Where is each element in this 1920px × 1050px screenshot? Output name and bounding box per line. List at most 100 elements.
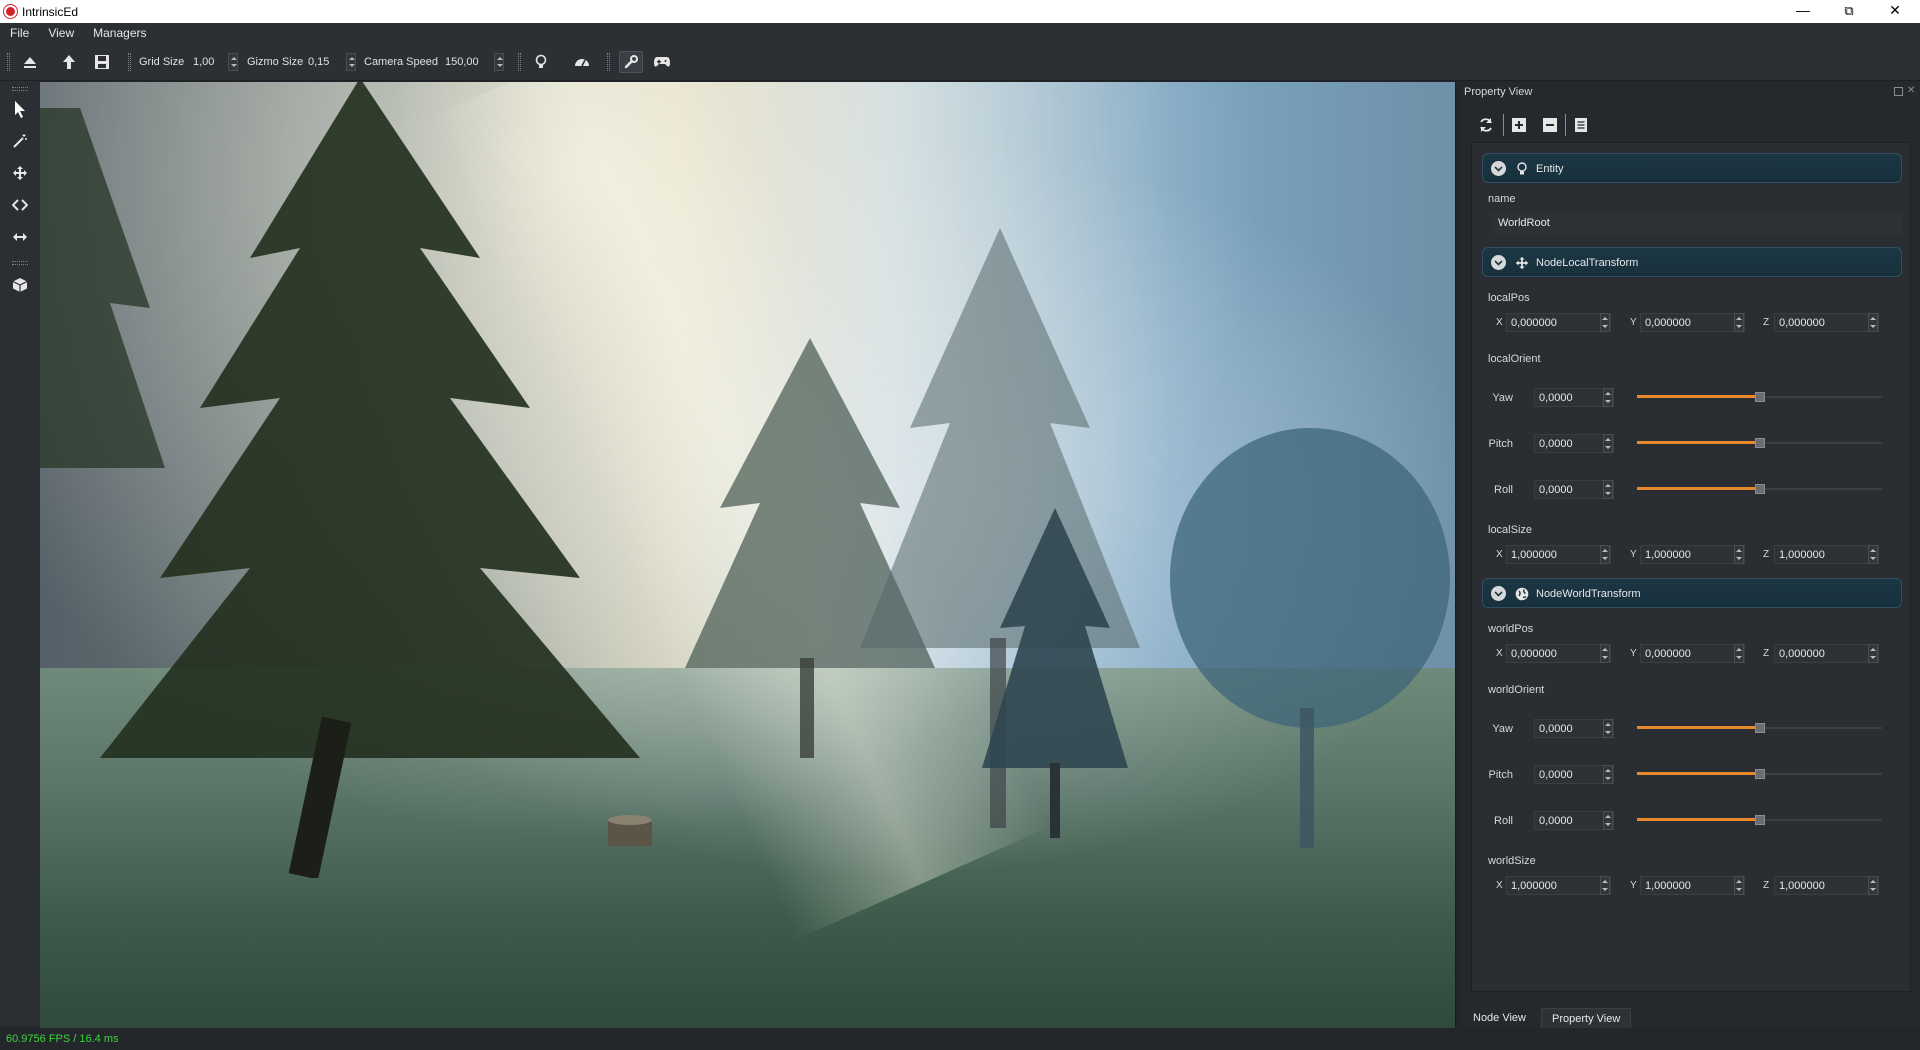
local-transform-section-title: NodeLocalTransform (1536, 257, 1639, 269)
spinner-arrows-icon[interactable] (1603, 719, 1613, 738)
cube-icon[interactable] (8, 273, 32, 297)
rotate-code-icon[interactable] (8, 193, 32, 217)
local-transform-section-header[interactable]: NodeLocalTransform (1482, 247, 1902, 277)
camera-speed-input[interactable]: 150,00 (445, 56, 479, 68)
world-yaw-slider[interactable] (1637, 723, 1882, 733)
spinner-arrows-icon[interactable] (1600, 876, 1610, 895)
eject-icon[interactable] (20, 52, 40, 72)
spinner-arrows-icon[interactable] (1868, 876, 1878, 895)
spinner-arrows-icon[interactable] (1603, 480, 1613, 499)
property-list[interactable]: Entity name WorldRoot NodeLocalTransform… (1471, 142, 1911, 992)
toolbar-grip[interactable] (128, 53, 131, 71)
tool-sidebar-grip[interactable] (12, 87, 28, 91)
arrow-up-icon[interactable] (59, 52, 79, 72)
chevron-down-icon[interactable] (1491, 586, 1506, 601)
world-transform-section-header[interactable]: NodeWorldTransform (1482, 578, 1902, 608)
toolbar-grip[interactable] (518, 53, 521, 71)
local-yaw-slider[interactable] (1637, 392, 1882, 402)
spinner-arrows-icon[interactable] (1868, 644, 1878, 663)
world-transform-section-title: NodeWorldTransform (1536, 588, 1641, 600)
gizmo-size-spinner[interactable] (346, 53, 356, 71)
world-pos-z-field[interactable]: 0,000000 (1774, 644, 1879, 663)
world-pos-y-field[interactable]: 0,000000 (1640, 644, 1745, 663)
tool-sidebar-grip[interactable] (12, 261, 28, 265)
local-size-x-field[interactable]: 1,000000 (1506, 545, 1611, 564)
scale-arrows-icon[interactable] (8, 225, 32, 249)
toolbar-grip[interactable] (7, 53, 10, 71)
local-pos-y-field[interactable]: 0,000000 (1640, 313, 1745, 332)
world-pitch-slider[interactable] (1637, 769, 1882, 779)
world-roll-slider[interactable] (1637, 815, 1882, 825)
lightbulb-icon[interactable] (531, 52, 551, 72)
menu-file[interactable]: File (0, 26, 38, 40)
slider-handle[interactable] (1754, 484, 1765, 494)
entity-section-header[interactable]: Entity (1482, 153, 1902, 183)
move-arrows-icon[interactable] (8, 161, 32, 185)
world-pitch-field[interactable]: 0,0000 (1534, 765, 1614, 784)
local-pos-z-field[interactable]: 0,000000 (1774, 313, 1879, 332)
spinner-arrows-icon[interactable] (1734, 313, 1744, 332)
world-yaw-field[interactable]: 0,0000 (1534, 719, 1614, 738)
panel-float-icon[interactable] (1894, 87, 1903, 96)
menu-view[interactable]: View (38, 26, 83, 40)
spinner-arrows-icon[interactable] (1734, 876, 1744, 895)
camera-speed-spinner[interactable] (494, 53, 504, 71)
spinner-arrows-icon[interactable] (1603, 765, 1613, 784)
local-pos-z-value: 0,000000 (1779, 317, 1825, 329)
spinner-arrows-icon[interactable] (1603, 434, 1613, 453)
chevron-down-icon[interactable] (1491, 255, 1506, 270)
chevron-down-icon[interactable] (1491, 161, 1506, 176)
spinner-arrows-icon[interactable] (1868, 545, 1878, 564)
refresh-icon[interactable] (1475, 114, 1497, 136)
save-icon[interactable] (92, 52, 112, 72)
tab-property-view[interactable]: Property View (1541, 1008, 1632, 1028)
spinner-arrows-icon[interactable] (1734, 545, 1744, 564)
remove-component-icon[interactable] (1539, 114, 1561, 136)
world-size-y-field[interactable]: 1,000000 (1640, 876, 1745, 895)
tab-node-view[interactable]: Node View (1463, 1008, 1536, 1028)
select-cursor-icon[interactable] (8, 97, 32, 121)
document-icon[interactable] (1570, 114, 1592, 136)
toolbar-grip[interactable] (607, 53, 610, 71)
local-yaw-field[interactable]: 0,0000 (1534, 388, 1614, 407)
gizmo-size-input[interactable]: 0,15 (308, 56, 329, 68)
world-pos-x-field[interactable]: 0,000000 (1506, 644, 1611, 663)
spinner-arrows-icon[interactable] (1600, 644, 1610, 663)
wrench-icon[interactable] (619, 51, 643, 73)
scene-viewport[interactable] (40, 82, 1455, 1028)
slider-handle[interactable] (1754, 769, 1765, 779)
slider-handle[interactable] (1754, 723, 1765, 733)
local-pitch-field[interactable]: 0,0000 (1534, 434, 1614, 453)
menu-managers[interactable]: Managers (83, 26, 155, 40)
world-size-z-field[interactable]: 1,000000 (1774, 876, 1879, 895)
spinner-arrows-icon[interactable] (1734, 644, 1744, 663)
speedometer-icon[interactable] (572, 52, 592, 72)
close-button[interactable]: ✕ (1872, 0, 1918, 23)
spinner-arrows-icon[interactable] (1603, 811, 1613, 830)
spinner-arrows-icon[interactable] (1600, 545, 1610, 564)
local-pitch-slider[interactable] (1637, 438, 1882, 448)
spinner-arrows-icon[interactable] (1868, 313, 1878, 332)
world-size-x-field[interactable]: 1,000000 (1506, 876, 1611, 895)
slider-handle[interactable] (1754, 438, 1765, 448)
minimize-button[interactable]: — (1780, 0, 1826, 23)
world-pitch-value: 0,0000 (1539, 769, 1573, 781)
slider-handle[interactable] (1754, 815, 1765, 825)
magic-wand-icon[interactable] (8, 129, 32, 153)
add-component-icon[interactable] (1508, 114, 1530, 136)
world-roll-field[interactable]: 0,0000 (1534, 811, 1614, 830)
local-size-y-field[interactable]: 1,000000 (1640, 545, 1745, 564)
panel-close-icon[interactable]: ✕ (1907, 86, 1916, 96)
spinner-arrows-icon[interactable] (1603, 388, 1613, 407)
local-roll-field[interactable]: 0,0000 (1534, 480, 1614, 499)
local-pos-x-field[interactable]: 0,000000 (1506, 313, 1611, 332)
slider-handle[interactable] (1754, 392, 1765, 402)
maximize-button[interactable]: ⧉ (1826, 0, 1872, 23)
grid-size-input[interactable]: 1,00 (193, 56, 214, 68)
name-field[interactable]: WorldRoot (1492, 213, 1902, 234)
local-size-z-field[interactable]: 1,000000 (1774, 545, 1879, 564)
gamepad-icon[interactable] (652, 52, 672, 72)
grid-size-spinner[interactable] (228, 53, 238, 71)
local-roll-slider[interactable] (1637, 484, 1882, 494)
spinner-arrows-icon[interactable] (1600, 313, 1610, 332)
